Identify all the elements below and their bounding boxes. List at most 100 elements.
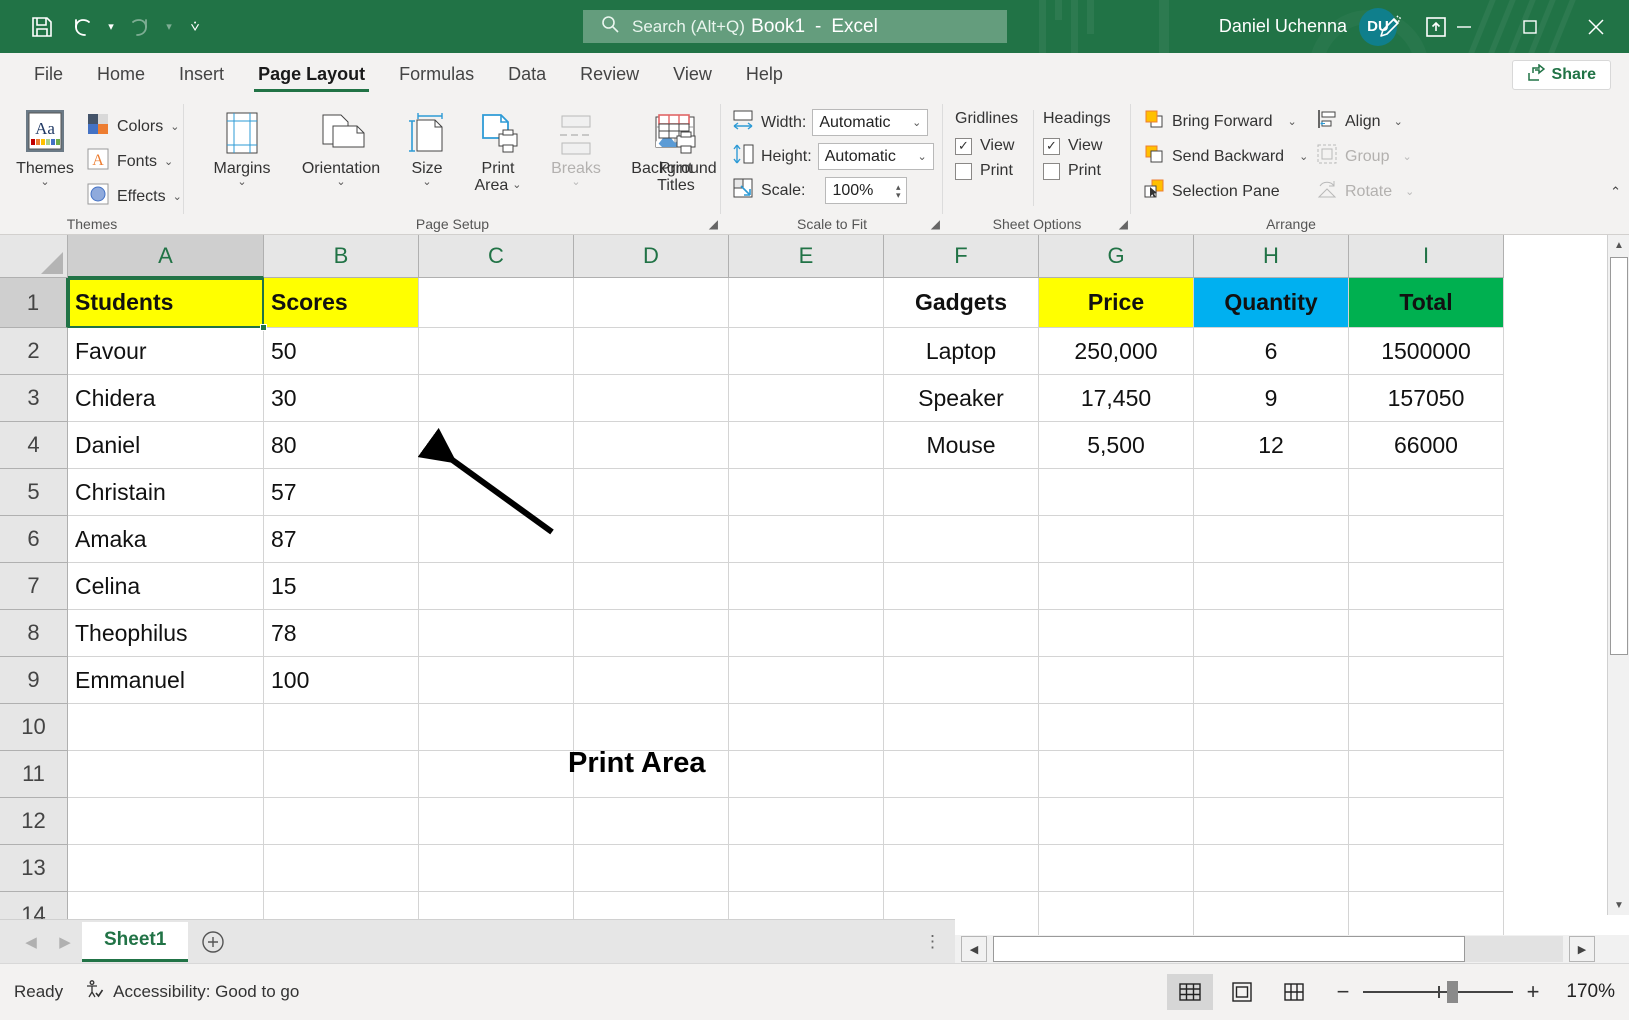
horizontal-scrollbar[interactable]: ◀ ▶ bbox=[955, 935, 1629, 963]
cell-A8[interactable]: Theophilus bbox=[68, 610, 264, 657]
zoom-level-label[interactable]: 170% bbox=[1553, 981, 1615, 1003]
previous-sheet-icon[interactable]: ◀ bbox=[14, 920, 48, 964]
cell-I14[interactable] bbox=[1349, 892, 1504, 939]
cell-C7[interactable] bbox=[419, 563, 574, 610]
cell-H14[interactable] bbox=[1194, 892, 1349, 939]
maximize-button[interactable] bbox=[1497, 0, 1563, 53]
cell-E13[interactable] bbox=[729, 845, 884, 892]
tab-file[interactable]: File bbox=[17, 53, 80, 96]
row-header-13[interactable]: 13 bbox=[0, 845, 68, 892]
column-header-C[interactable]: C bbox=[419, 235, 574, 278]
cell-B9[interactable]: 100 bbox=[264, 657, 419, 704]
gridlines-print-checkbox[interactable]: Print bbox=[955, 162, 1018, 180]
cell-I13[interactable] bbox=[1349, 845, 1504, 892]
cell-F7[interactable] bbox=[884, 563, 1039, 610]
collapse-ribbon-icon[interactable]: ⌃ bbox=[1610, 184, 1621, 200]
cell-G1[interactable]: Price bbox=[1039, 278, 1194, 328]
cell-H9[interactable] bbox=[1194, 657, 1349, 704]
orientation-dropdown-icon[interactable]: ⌄ bbox=[336, 177, 345, 189]
print-area-button[interactable]: Print Area ⌄ bbox=[458, 108, 538, 195]
column-header-F[interactable]: F bbox=[884, 235, 1039, 278]
column-header-D[interactable]: D bbox=[574, 235, 729, 278]
cell-I8[interactable] bbox=[1349, 610, 1504, 657]
pen-icon[interactable] bbox=[1367, 0, 1413, 53]
row-header-7[interactable]: 7 bbox=[0, 563, 68, 610]
cell-F13[interactable] bbox=[884, 845, 1039, 892]
undo-icon[interactable] bbox=[62, 7, 102, 47]
cell-H2[interactable]: 6 bbox=[1194, 328, 1349, 375]
cell-H13[interactable] bbox=[1194, 845, 1349, 892]
redo-icon[interactable] bbox=[120, 7, 160, 47]
cell-E2[interactable] bbox=[729, 328, 884, 375]
cell-G13[interactable] bbox=[1039, 845, 1194, 892]
cell-I7[interactable] bbox=[1349, 563, 1504, 610]
cell-A1[interactable]: Students bbox=[68, 278, 264, 328]
rotate-dropdown-icon[interactable]: ⌄ bbox=[1405, 185, 1414, 198]
cell-A4[interactable]: Daniel bbox=[68, 422, 264, 469]
cell-F3[interactable]: Speaker bbox=[884, 375, 1039, 422]
vertical-scroll-thumb[interactable] bbox=[1610, 257, 1628, 655]
bring-forward-dropdown-icon[interactable]: ⌄ bbox=[1287, 115, 1296, 128]
cell-F5[interactable] bbox=[884, 469, 1039, 516]
cell-G10[interactable] bbox=[1039, 704, 1194, 751]
scroll-right-button[interactable]: ▶ bbox=[1569, 936, 1595, 962]
cell-E4[interactable] bbox=[729, 422, 884, 469]
cell-H1[interactable]: Quantity bbox=[1194, 278, 1349, 328]
column-header-B[interactable]: B bbox=[264, 235, 419, 278]
cell-B8[interactable]: 78 bbox=[264, 610, 419, 657]
cell-E3[interactable] bbox=[729, 375, 884, 422]
close-button[interactable] bbox=[1563, 0, 1629, 53]
row-header-3[interactable]: 3 bbox=[0, 375, 68, 422]
cell-D6[interactable] bbox=[574, 516, 729, 563]
cell-E1[interactable] bbox=[729, 278, 884, 328]
cell-B13[interactable] bbox=[264, 845, 419, 892]
breaks-button[interactable]: Breaks ⌄ bbox=[540, 108, 612, 189]
page-setup-dialog-launcher[interactable]: ◢ bbox=[709, 217, 718, 231]
bring-forward-button[interactable]: Bring Forward ⌄ bbox=[1143, 108, 1297, 135]
cell-C1[interactable] bbox=[419, 278, 574, 328]
row-header-10[interactable]: 10 bbox=[0, 704, 68, 751]
cell-D7[interactable] bbox=[574, 563, 729, 610]
cell-G4[interactable]: 5,500 bbox=[1039, 422, 1194, 469]
cell-F12[interactable] bbox=[884, 798, 1039, 845]
cell-B3[interactable]: 30 bbox=[264, 375, 419, 422]
cell-A9[interactable]: Emmanuel bbox=[68, 657, 264, 704]
row-header-8[interactable]: 8 bbox=[0, 610, 68, 657]
fill-handle[interactable] bbox=[260, 324, 267, 331]
column-header-E[interactable]: E bbox=[729, 235, 884, 278]
cell-I10[interactable] bbox=[1349, 704, 1504, 751]
cell-C3[interactable] bbox=[419, 375, 574, 422]
cell-A12[interactable] bbox=[68, 798, 264, 845]
align-dropdown-icon[interactable]: ⌄ bbox=[1394, 115, 1403, 128]
cell-H3[interactable]: 9 bbox=[1194, 375, 1349, 422]
cell-G11[interactable] bbox=[1039, 751, 1194, 798]
zoom-out-button[interactable]: − bbox=[1335, 979, 1351, 1005]
send-backward-button[interactable]: Send Backward ⌄ bbox=[1143, 143, 1308, 170]
rotate-button[interactable]: Rotate ⌄ bbox=[1316, 178, 1414, 205]
height-select[interactable]: Automatic ⌄ bbox=[818, 143, 934, 170]
cell-E10[interactable] bbox=[729, 704, 884, 751]
cell-E9[interactable] bbox=[729, 657, 884, 704]
select-all-corner[interactable] bbox=[0, 235, 68, 278]
cell-C9[interactable] bbox=[419, 657, 574, 704]
cell-H8[interactable] bbox=[1194, 610, 1349, 657]
undo-dropdown-icon[interactable]: ▾ bbox=[102, 7, 120, 47]
sheet-bar-overflow-icon[interactable]: ⋮ bbox=[924, 932, 941, 952]
cell-C12[interactable] bbox=[419, 798, 574, 845]
cell-F2[interactable]: Laptop bbox=[884, 328, 1039, 375]
tab-review[interactable]: Review bbox=[563, 53, 656, 96]
cell-A3[interactable]: Chidera bbox=[68, 375, 264, 422]
cell-F9[interactable] bbox=[884, 657, 1039, 704]
cell-F10[interactable] bbox=[884, 704, 1039, 751]
cell-B1[interactable]: Scores bbox=[264, 278, 419, 328]
cell-A5[interactable]: Christain bbox=[68, 469, 264, 516]
cell-I11[interactable] bbox=[1349, 751, 1504, 798]
tab-help[interactable]: Help bbox=[729, 53, 800, 96]
row-header-6[interactable]: 6 bbox=[0, 516, 68, 563]
normal-view-button[interactable] bbox=[1167, 974, 1213, 1010]
cell-H12[interactable] bbox=[1194, 798, 1349, 845]
page-layout-view-button[interactable] bbox=[1219, 974, 1265, 1010]
scale-stepper[interactable]: ▴▾ bbox=[896, 183, 901, 199]
cell-H10[interactable] bbox=[1194, 704, 1349, 751]
send-backward-dropdown-icon[interactable]: ⌄ bbox=[1299, 150, 1308, 163]
